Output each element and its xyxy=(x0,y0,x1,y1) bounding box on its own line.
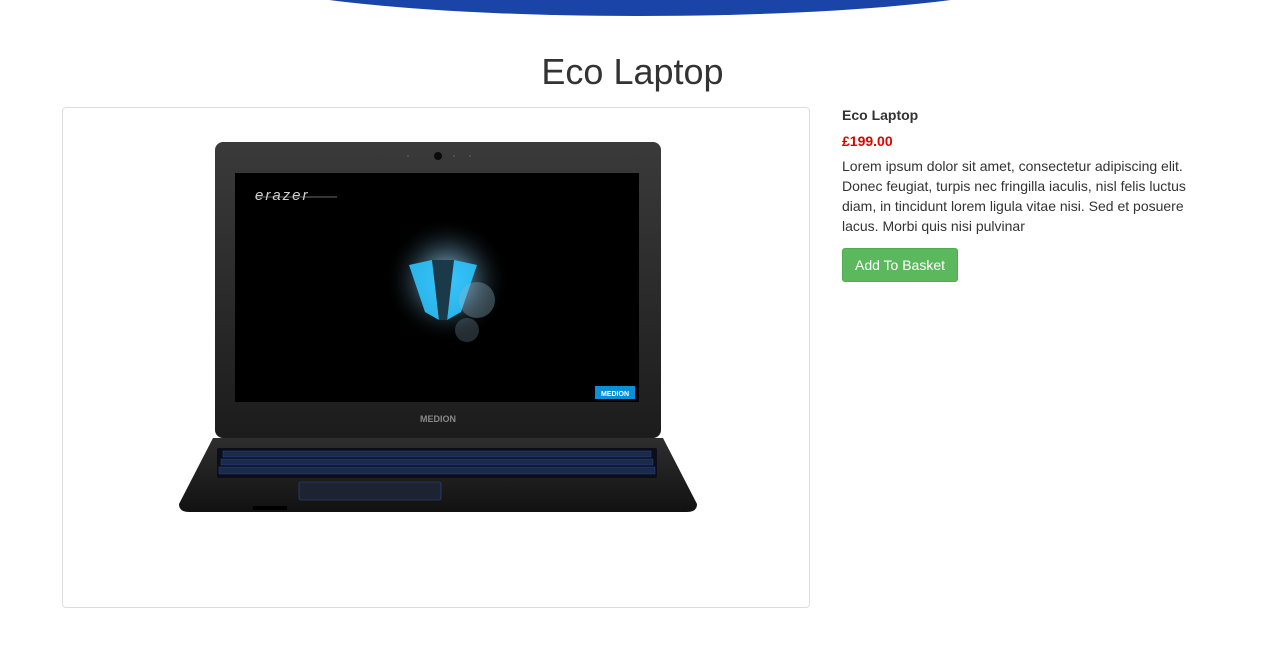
header-banner-arc xyxy=(230,0,1050,16)
bezel-logo-text: MEDION xyxy=(420,414,456,424)
product-image-panel: erazer MEDION MEDION xyxy=(62,107,810,608)
product-description: Lorem ipsum dolor sit amet, consectetur … xyxy=(842,158,1186,234)
product-image: erazer MEDION MEDION xyxy=(179,142,697,512)
add-to-basket-button[interactable]: Add To Basket xyxy=(842,248,959,282)
screen-brand-text: erazer xyxy=(255,187,310,204)
badge-text: MEDION xyxy=(601,391,629,398)
page-title: Eco Laptop xyxy=(541,51,724,92)
touchpad xyxy=(298,481,442,501)
product-price: £199.00 xyxy=(842,133,893,149)
product-name: Eco Laptop xyxy=(842,107,919,123)
product-details: Eco Laptop £199.00 Lorem ipsum dolor sit… xyxy=(842,106,1202,282)
webcam xyxy=(434,152,442,160)
